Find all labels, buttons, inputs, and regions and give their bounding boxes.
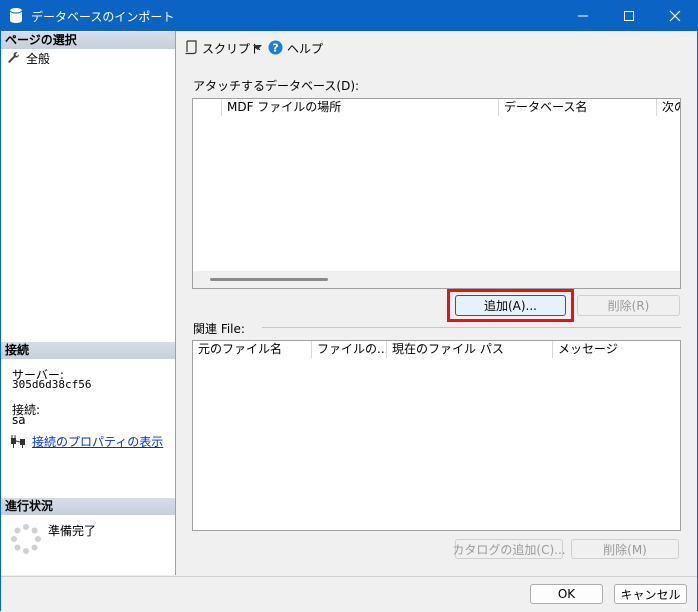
column-header[interactable] — [193, 99, 222, 116]
wrench-icon — [8, 52, 20, 63]
chevron-down-icon — [253, 45, 262, 50]
window-title: データベースのインポート — [31, 10, 175, 24]
scrollbar-thumb[interactable] — [210, 278, 328, 281]
close-button[interactable] — [652, 0, 698, 31]
left-pane: ページの選択 全般 接続 サーバー: 305d6d38cf56 接続: sa 接… — [1, 31, 176, 575]
script-dropdown-button[interactable]: スクリプト — [184, 39, 264, 57]
attach-databases-label: アタッチするデータベース(D): — [193, 79, 360, 93]
add-catalog-button[interactable]: カタログの追加(C)... — [452, 539, 566, 559]
cancel-button[interactable]: キャンセル — [614, 584, 687, 604]
progress-spinner-icon — [11, 524, 41, 554]
column-header[interactable]: データベース名 — [499, 99, 657, 116]
page-item-general[interactable]: 全般 — [5, 50, 165, 66]
ok-button[interactable]: OK — [530, 584, 603, 604]
maximize-icon — [624, 10, 634, 21]
script-icon — [185, 40, 197, 55]
progress-header: 進行状況 — [1, 498, 175, 515]
connection-properties-link[interactable]: 接続のプロパティの表示 — [32, 433, 163, 450]
column-header[interactable]: MDF ファイルの場所 — [222, 99, 499, 116]
section-divider — [262, 327, 681, 328]
horizontal-scrollbar[interactable] — [193, 271, 680, 288]
minimize-button[interactable] — [560, 0, 606, 31]
plug-icon — [11, 435, 25, 448]
remove-database-button[interactable]: 削除(R) — [577, 295, 680, 316]
help-label: ヘルプ — [287, 42, 324, 56]
maximize-button[interactable] — [606, 0, 652, 31]
help-icon: ? — [268, 40, 283, 55]
progress-status: 準備完了 — [48, 524, 97, 538]
column-header[interactable]: メッセージ — [553, 341, 680, 358]
close-icon — [669, 10, 681, 21]
column-header[interactable]: 元のファイル名 — [193, 341, 312, 358]
minimize-icon — [578, 15, 588, 16]
column-header[interactable]: 現在のファイル パス — [387, 341, 553, 358]
server-value: 305d6d38cf56 — [12, 378, 92, 391]
related-files-grid[interactable]: 元のファイル名 ファイルの... 現在のファイル パス メッセージ — [192, 340, 681, 531]
remove-file-button[interactable]: 削除(M) — [571, 539, 679, 559]
connection-value: sa — [12, 413, 26, 427]
column-header[interactable]: ファイルの... — [312, 341, 387, 358]
connection-header: 接続 — [1, 342, 175, 359]
page-item-label: 全般 — [26, 52, 51, 66]
column-header[interactable]: 次の — [657, 99, 680, 116]
add-database-button[interactable]: 追加(A)... — [455, 295, 566, 316]
related-files-label: 関連 File: — [193, 320, 249, 337]
attach-databases-grid[interactable]: MDF ファイルの場所 データベース名 次の — [192, 98, 681, 289]
title-bar: データベースのインポート — [0, 0, 698, 31]
help-button[interactable]: ? ヘルプ — [268, 39, 328, 57]
svg-text:?: ? — [272, 42, 278, 55]
page-select-header: ページの選択 — [1, 32, 175, 49]
database-icon — [9, 8, 23, 23]
